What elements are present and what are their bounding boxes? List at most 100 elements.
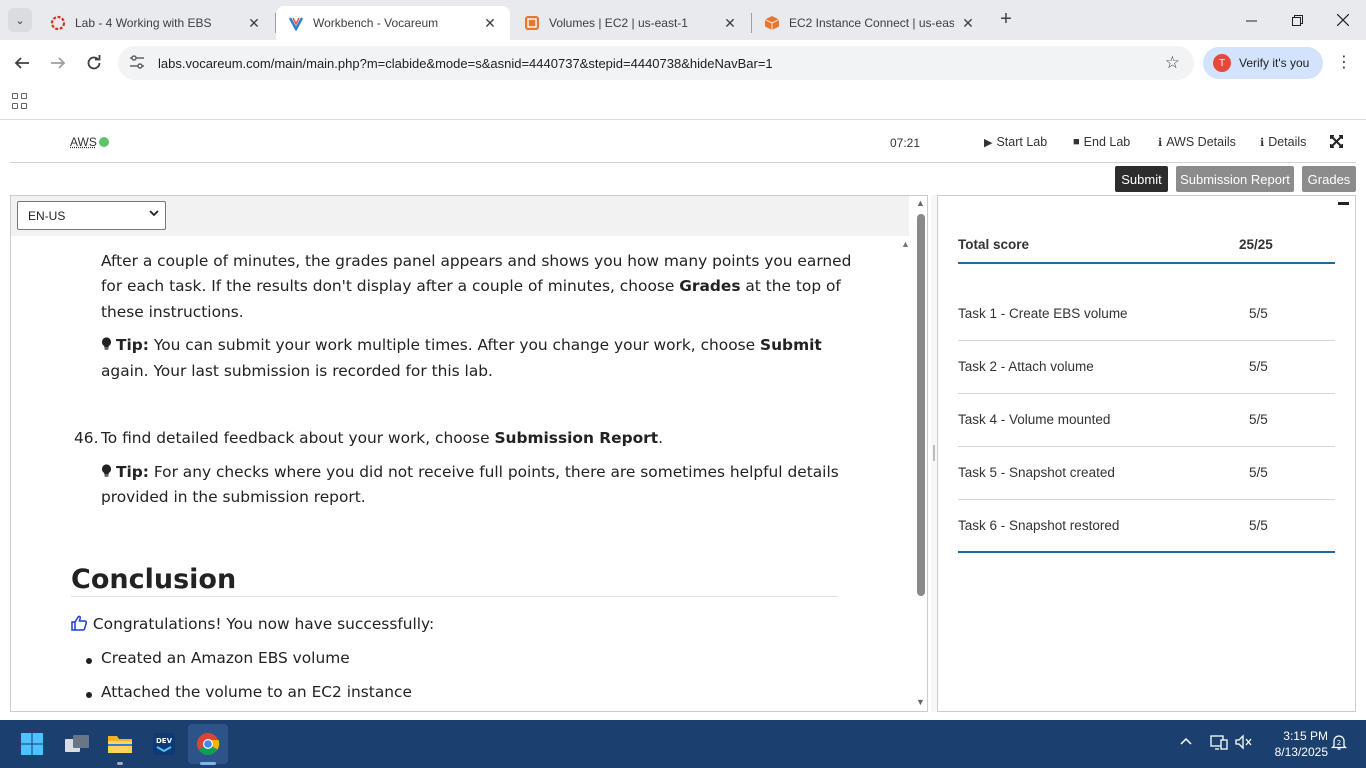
network-icon[interactable] — [1210, 734, 1228, 753]
play-icon: ▶ — [984, 136, 993, 149]
minimize-panel-icon[interactable] — [1338, 202, 1349, 205]
text: You can submit your work multiple times.… — [148, 336, 761, 354]
folder-icon — [108, 736, 132, 753]
total-score-value: 25/25 — [1239, 237, 1273, 252]
close-icon[interactable]: ✕ — [960, 15, 976, 32]
fullscreen-icon[interactable] — [1330, 135, 1343, 151]
lightbulb-icon — [101, 461, 112, 477]
para-line: After a couple of minutes, the grades pa… — [101, 252, 852, 270]
instructions-content: After a couple of minutes, the grades pa… — [11, 236, 906, 711]
windows-taskbar: DEV 3:15 PM 8/13/2025 2 — [0, 720, 1366, 768]
aws-details-label: AWS Details — [1166, 135, 1236, 149]
total-score-row: Total score 25/25 — [958, 236, 1335, 264]
dev-home-button[interactable]: DEV — [144, 724, 184, 764]
lab-ring-icon — [50, 15, 66, 31]
tab-title: Workbench - Vocareum — [313, 16, 439, 30]
close-icon[interactable]: ✕ — [246, 15, 262, 32]
start-lab-label: Start Lab — [996, 135, 1048, 149]
file-explorer-button[interactable] — [100, 724, 140, 764]
splitter-grip[interactable] — [933, 445, 935, 461]
inner-scroll-up-arrow[interactable]: ▲ — [901, 239, 910, 249]
task-score-row: Task 2 - Attach volume 5/5 — [958, 341, 1335, 394]
chrome-icon — [197, 733, 220, 755]
task-score: 5/5 — [1249, 465, 1268, 480]
notification-bell-icon[interactable]: 2 — [1330, 734, 1348, 753]
aws-console-link[interactable]: AWS — [70, 135, 97, 149]
tip-label: Tip: — [116, 463, 149, 481]
para-line: these instructions. — [101, 303, 244, 321]
details-button[interactable]: ℹ Details — [1260, 135, 1306, 149]
system-clock[interactable]: 3:15 PM 8/13/2025 — [1262, 728, 1328, 760]
start-lab-button[interactable]: ▶ Start Lab — [984, 135, 1047, 149]
lab-timer: 07:21 — [890, 136, 921, 150]
bookmark-star-icon[interactable]: ☆ — [1165, 53, 1180, 73]
chevron-up-icon[interactable] — [1180, 734, 1192, 749]
tab-title: EC2 Instance Connect | us-east-1 — [789, 16, 954, 30]
text: . — [658, 429, 664, 447]
reload-button[interactable] — [81, 50, 107, 76]
tab-title: Volumes | EC2 | us-east-1 — [549, 16, 688, 30]
text: at the top of — [740, 277, 841, 295]
browser-menu-icon[interactable]: ⋮ — [1334, 52, 1354, 74]
tip-line: Tip: You can submit your work multiple t… — [101, 333, 822, 359]
vocareum-header: AWS 07:21 ▶ Start Lab ■ End Lab ℹ AWS Detai… — [10, 121, 1356, 163]
conclusion-heading: Conclusion — [71, 564, 237, 595]
language-select[interactable]: EN-US — [17, 201, 166, 230]
grades-button[interactable]: Grades — [1302, 166, 1356, 192]
window-minimize-button[interactable] — [1228, 0, 1274, 40]
scrollbar-thumb[interactable] — [917, 214, 925, 596]
url-text: labs.vocareum.com/main/main.php?m=clabid… — [158, 55, 773, 71]
lightbulb-icon — [101, 334, 112, 350]
dev-icon: DEV — [153, 733, 175, 755]
close-icon[interactable]: ✕ — [482, 15, 498, 32]
browser-tab-strip: ⌄ Lab - 4 Working with EBS ✕ Workbench -… — [0, 0, 1366, 40]
new-tab-button[interactable]: + — [994, 8, 1018, 32]
text: for each task. If the results don't disp… — [101, 277, 680, 295]
address-bar[interactable]: labs.vocareum.com/main/main.php?m=clabid… — [118, 46, 1194, 80]
windows-logo-icon — [21, 733, 43, 755]
task-view-button[interactable] — [57, 724, 97, 764]
task-score-row: Task 6 - Snapshot restored 5/5 — [958, 500, 1335, 553]
end-lab-button[interactable]: ■ End Lab — [1073, 135, 1130, 149]
submission-report-ref: Submission Report — [494, 429, 659, 447]
tab-workbench[interactable]: Workbench - Vocareum ✕ — [276, 6, 510, 40]
aws-details-button[interactable]: ℹ AWS Details — [1158, 135, 1236, 149]
tab-ec2-instance-connect[interactable]: EC2 Instance Connect | us-east-1 ✕ — [752, 6, 988, 40]
start-button[interactable] — [12, 724, 52, 764]
clock-time: 3:15 PM — [1283, 729, 1328, 743]
forward-button[interactable] — [45, 50, 71, 76]
verify-identity-button[interactable]: T Verify it's you — [1203, 47, 1323, 79]
scroll-down-arrow[interactable]: ▼ — [916, 697, 925, 707]
chrome-taskbar-button[interactable] — [188, 724, 228, 764]
aws-ec2-icon — [524, 15, 540, 31]
window-restore-button[interactable] — [1274, 0, 1320, 40]
window-close-button[interactable] — [1320, 0, 1366, 40]
aws-cube-icon — [764, 15, 780, 31]
open-app-indicator — [117, 762, 123, 765]
back-button[interactable] — [9, 50, 35, 76]
submission-report-button[interactable]: Submission Report — [1176, 166, 1294, 192]
profile-avatar: T — [1213, 54, 1231, 72]
task-view-icon — [65, 735, 89, 752]
volume-muted-icon[interactable] — [1235, 734, 1253, 753]
tab-search-button[interactable]: ⌄ — [8, 8, 32, 32]
tab-ec2-volumes[interactable]: Volumes | EC2 | us-east-1 ✕ — [512, 6, 750, 40]
grades-ref: Grades — [679, 277, 741, 295]
close-icon[interactable]: ✕ — [722, 15, 738, 32]
congrats-text: Congratulations! You now have successful… — [92, 615, 435, 633]
details-label: Details — [1268, 135, 1307, 149]
task-score: 5/5 — [1249, 359, 1268, 374]
list-item: Attached the volume to an EC2 instance — [101, 683, 412, 701]
submit-button[interactable]: Submit — [1115, 166, 1168, 192]
scroll-up-arrow[interactable]: ▲ — [916, 198, 925, 208]
text: To find detailed feedback about your wor… — [101, 429, 495, 447]
task-score: 5/5 — [1249, 518, 1268, 533]
site-info-icon[interactable] — [124, 54, 150, 72]
tab-lab-instructions[interactable]: Lab - 4 Working with EBS ✕ — [38, 6, 274, 40]
task-score-row: Task 1 - Create EBS volume 5/5 — [958, 288, 1335, 341]
task-score-row: Task 5 - Snapshot created 5/5 — [958, 447, 1335, 500]
chevron-down-icon — [149, 208, 159, 221]
instructions-scrollbar[interactable]: ▲ ▼ — [914, 196, 927, 711]
aws-status-indicator — [99, 137, 109, 147]
apps-grid-icon[interactable] — [12, 93, 28, 109]
